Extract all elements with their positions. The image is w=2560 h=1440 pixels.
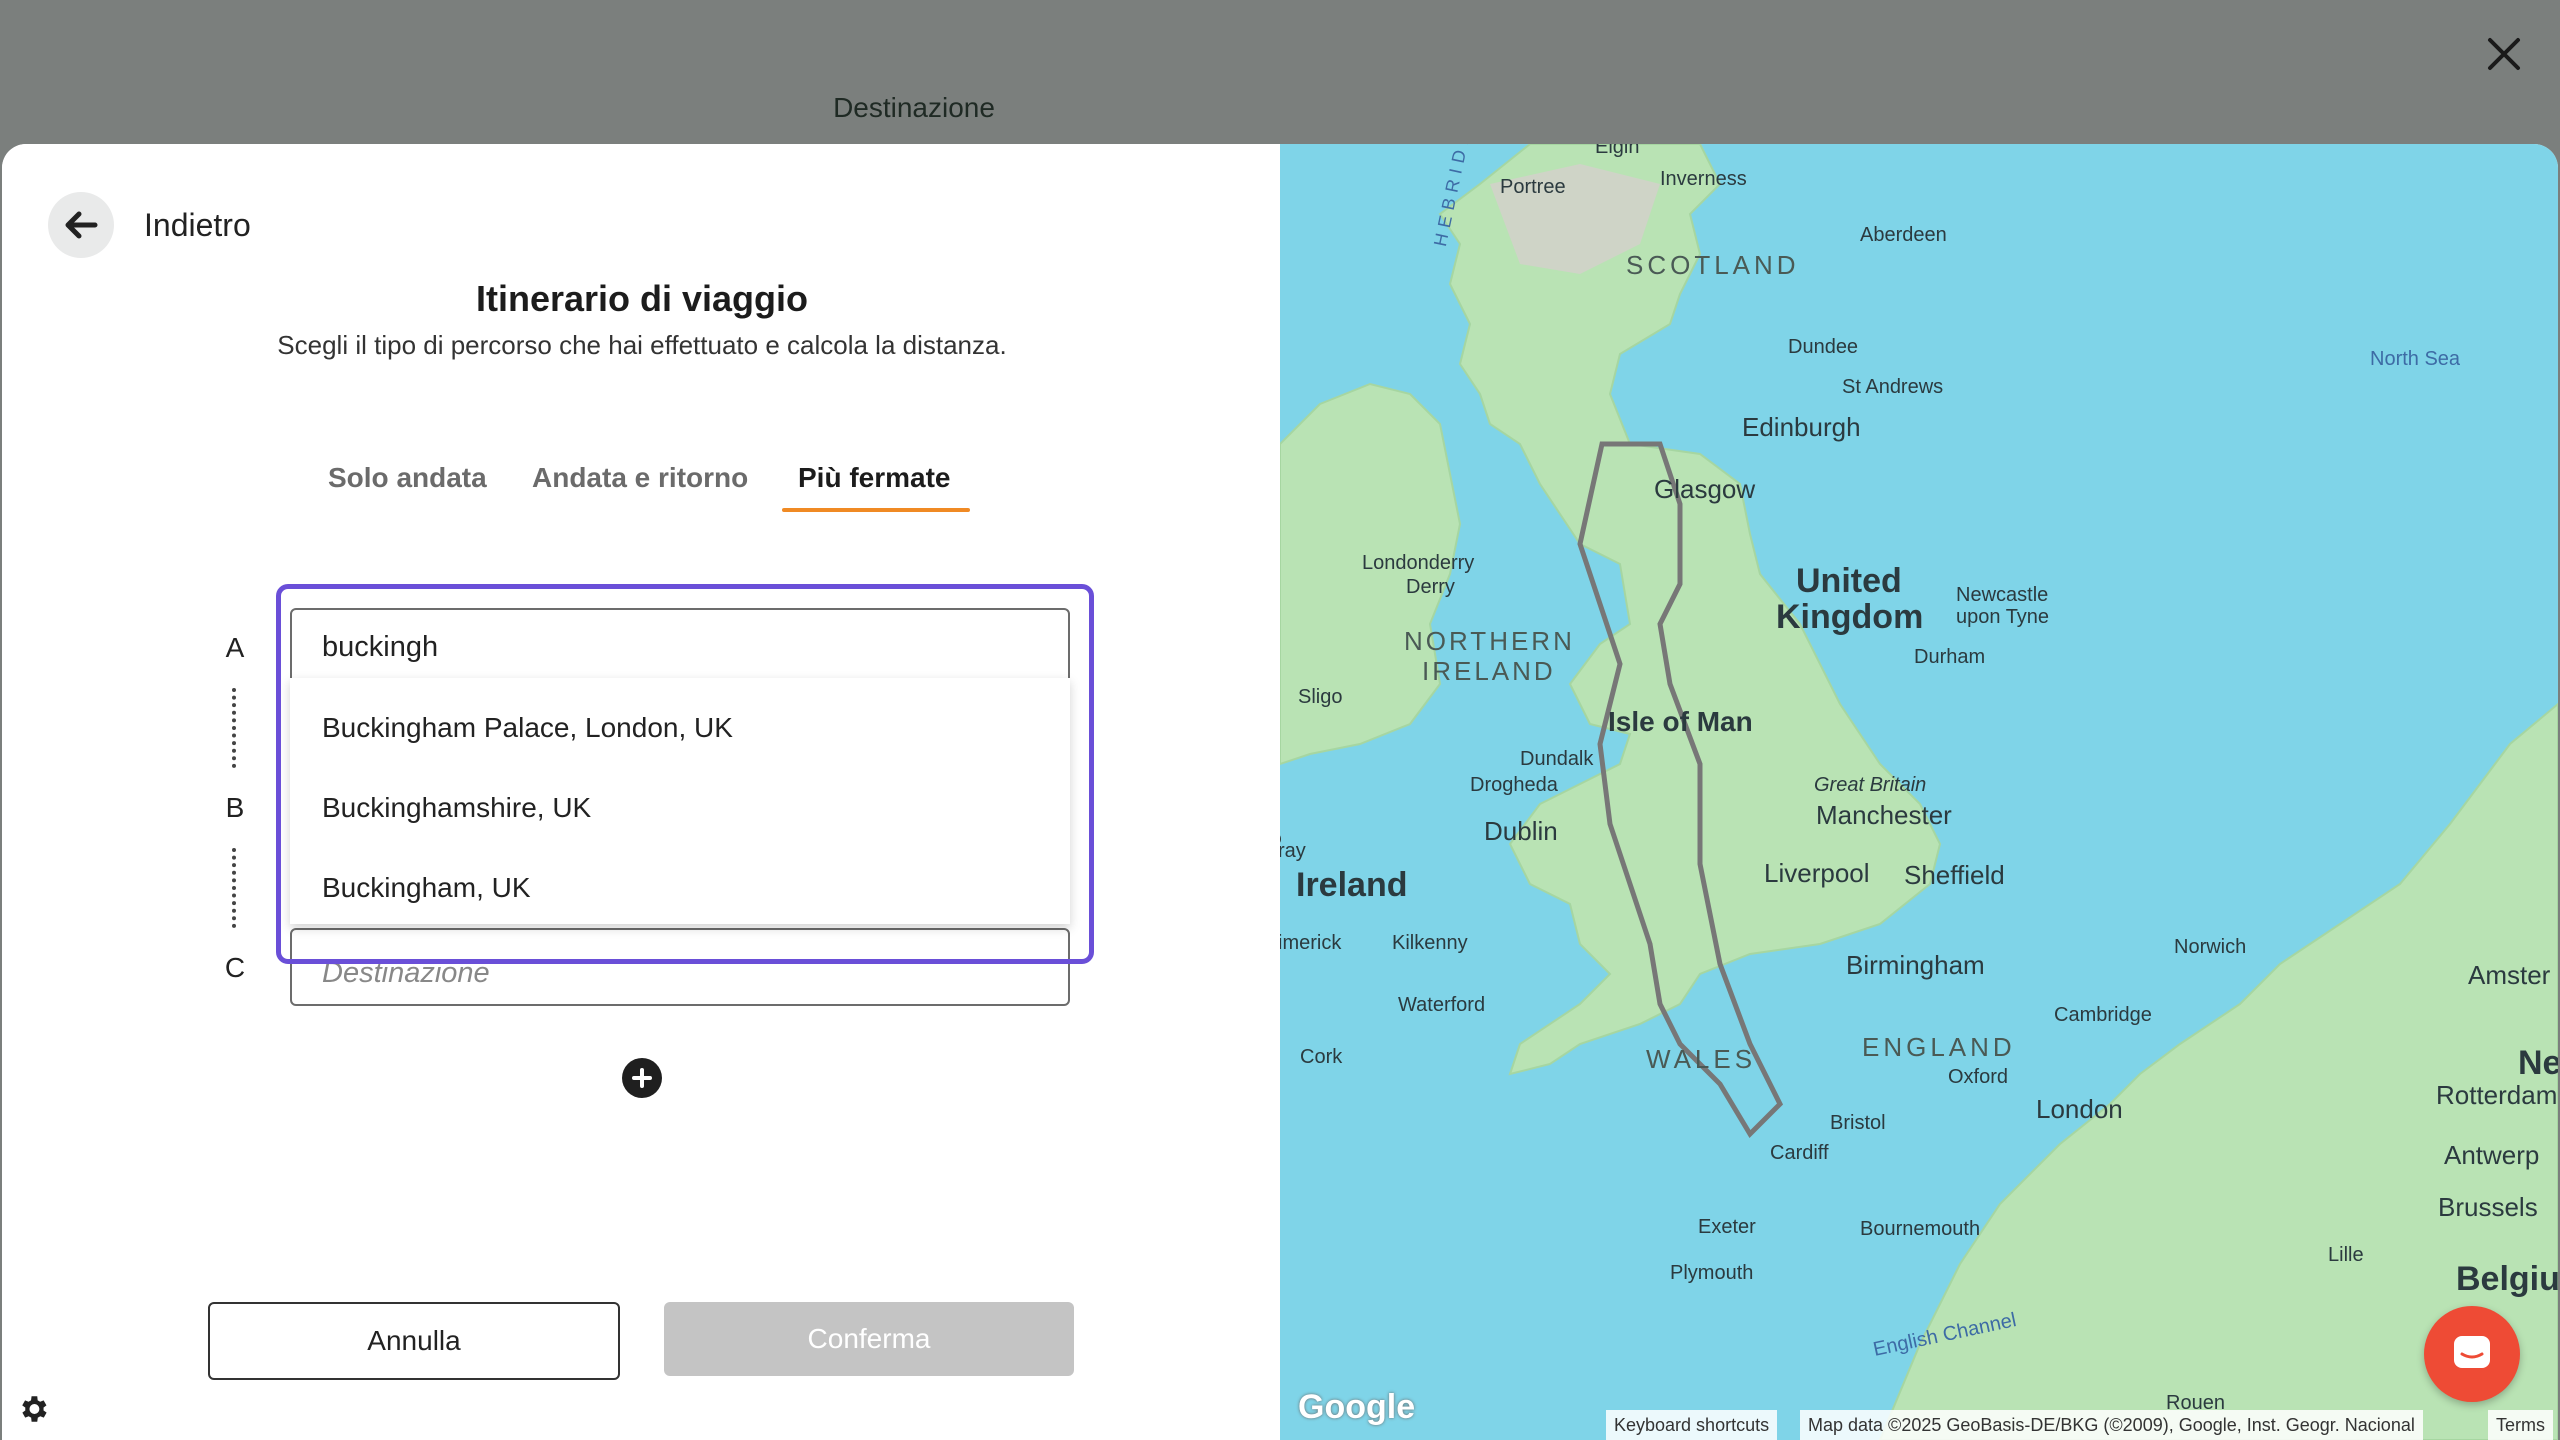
map-label-newcastle: Newcastle: [1956, 584, 2049, 606]
gear-icon[interactable]: [16, 1392, 50, 1426]
map-label-great-britain: Great Britain: [1814, 774, 1927, 796]
map-label-plymouth: Plymouth: [1670, 1262, 1754, 1284]
map-label-edinburgh: Edinburgh: [1742, 412, 1861, 442]
map-label-cork: Cork: [1300, 1046, 1343, 1068]
map-label-inverness: Inverness: [1660, 168, 1747, 190]
map-label-cardiff: Cardiff: [1770, 1142, 1829, 1164]
map-label-isle-of-man: Isle of Man: [1608, 706, 1753, 737]
terms-link[interactable]: Terms: [2488, 1410, 2553, 1440]
route-type-tabs: Solo andata Andata e ritorno Più fermate: [2, 462, 1282, 512]
map-label-waterford: Waterford: [1398, 994, 1486, 1016]
map-label-antwerp: Antwerp: [2444, 1140, 2540, 1170]
map-label-exeter: Exeter: [1698, 1216, 1756, 1238]
map-label-birmingham: Birmingham: [1846, 950, 1985, 980]
map-label-portree: Portree: [1500, 176, 1566, 198]
map-attribution: Map data ©2025 GeoBasis-DE/BKG (©2009), …: [1800, 1410, 2423, 1440]
dialog-panel: Indietro Itinerario di viaggio Scegli il…: [2, 144, 2558, 1440]
map-label-oxford: Oxford: [1948, 1066, 2009, 1088]
dialog-title: Destinazione: [833, 92, 995, 123]
google-logo: Google: [1298, 1388, 1416, 1426]
close-icon: [2488, 38, 2520, 70]
cancel-button[interactable]: Annulla: [208, 1302, 620, 1380]
map-label-belgiu: Belgiu: [2456, 1260, 2558, 1298]
stop-c-input[interactable]: Destinazione: [290, 928, 1070, 1006]
suggestion-item[interactable]: Buckingham Palace, London, UK: [322, 712, 733, 744]
dialog-header: Destinazione: [0, 0, 2560, 146]
map-label-england: ENGLAND: [1862, 1032, 2016, 1062]
back-label: Indietro: [144, 206, 251, 243]
back-button[interactable]: Indietro: [48, 192, 251, 258]
confirm-button: Conferma: [664, 1302, 1074, 1376]
stop-connector: [232, 848, 240, 928]
map-label-ireland: Ireland: [1296, 866, 1408, 904]
map-label-glasgow: Glasgow: [1654, 474, 1756, 504]
map-label-scotland: SCOTLAND: [1626, 250, 1800, 280]
map-label-dublin: Dublin: [1484, 816, 1558, 846]
map-label-northern: NORTHERN: [1404, 626, 1575, 656]
map-label-united: United: [1796, 562, 1902, 600]
tab-solo-andata[interactable]: Solo andata: [328, 462, 487, 494]
map-label-liverpool: Liverpool: [1764, 858, 1870, 888]
map-label-derry: Derry: [1406, 576, 1455, 598]
arrow-left-icon: [65, 211, 98, 239]
close-button[interactable]: [2480, 30, 2528, 78]
map-label-sheffield: Sheffield: [1904, 860, 2005, 890]
map-label-aberdeen: Aberdeen: [1860, 224, 1947, 246]
map-label-durham: Durham: [1914, 646, 1986, 668]
map-label-norwich: Norwich: [2174, 936, 2247, 958]
map-label-lille: Lille: [2328, 1244, 2364, 1266]
page-title: Itinerario di viaggio: [475, 278, 809, 319]
map-label-kingdom: Kingdom: [1776, 598, 1924, 636]
add-stop-button[interactable]: [622, 1058, 662, 1098]
back-circle: [48, 192, 114, 258]
tab-piu-fermate[interactable]: Più fermate: [798, 462, 951, 494]
tab-andata-ritorno[interactable]: Andata e ritorno: [532, 462, 748, 494]
map-label-wales: WALES: [1646, 1044, 1757, 1074]
route-map[interactable]: Elgin Portree Inverness Aberdeen SCOTLAN…: [1280, 144, 2558, 1440]
map-label-amster: Amster: [2468, 960, 2551, 990]
itinerary-form: Indietro Itinerario di viaggio Scegli il…: [2, 144, 1282, 1440]
map-label-drogheda: Drogheda: [1470, 774, 1558, 796]
map-label-limerick: imerick: [1280, 932, 1342, 954]
stop-letter-a: A: [225, 632, 245, 663]
autocomplete-dropdown: Buckingham Palace, London, UK Buckingham…: [290, 678, 1070, 924]
stop-a-input[interactable]: buckingh: [290, 608, 1070, 686]
stop-letter-b: B: [225, 792, 245, 823]
map-label-dundalk: Dundalk: [1520, 748, 1594, 770]
map-label-ireland-ni: IRELAND: [1422, 656, 1556, 686]
map-label-upon-tyne: upon Tyne: [1956, 606, 2050, 628]
map-label-bournemouth: Bournemouth: [1860, 1218, 1981, 1240]
map-label-london: London: [2036, 1094, 2123, 1124]
map-label-bristol: Bristol: [1830, 1112, 1886, 1134]
keyboard-shortcuts-link[interactable]: Keyboard shortcuts: [1606, 1410, 1778, 1440]
map-label-manchester: Manchester: [1816, 800, 1952, 830]
map-label-cambridge: Cambridge: [2054, 1004, 2152, 1026]
map-label-londonderry: Londonderry: [1362, 552, 1475, 574]
map-label-ne: Ne: [2518, 1044, 2558, 1082]
suggestion-item[interactable]: Buckinghamshire, UK: [322, 792, 591, 824]
chat-button[interactable]: [2424, 1306, 2520, 1402]
stop-connector: [232, 688, 240, 768]
active-tab-indicator: [782, 508, 970, 512]
map-label-rotterdam: Rotterdam: [2436, 1080, 2558, 1110]
suggestion-item[interactable]: Buckingham, UK: [322, 872, 531, 904]
map-label-dundee: Dundee: [1788, 336, 1859, 358]
map-label-north-sea: North Sea: [2370, 348, 2461, 370]
chat-icon: [2454, 1336, 2490, 1368]
plus-icon: [632, 1068, 652, 1088]
page-subtitle: Scegli il tipo di percorso che hai effet…: [277, 330, 1007, 360]
map-label-brussels: Brussels: [2438, 1192, 2538, 1222]
map-label-ray: ray: [1280, 840, 1306, 862]
map-label-elgin: Elgin: [1595, 144, 1640, 158]
map-label-st-andrews: St Andrews: [1842, 376, 1944, 398]
stop-letter-c: C: [224, 952, 246, 983]
map-label-sligo: Sligo: [1298, 686, 1343, 708]
map-label-kilkenny: Kilkenny: [1392, 932, 1468, 954]
